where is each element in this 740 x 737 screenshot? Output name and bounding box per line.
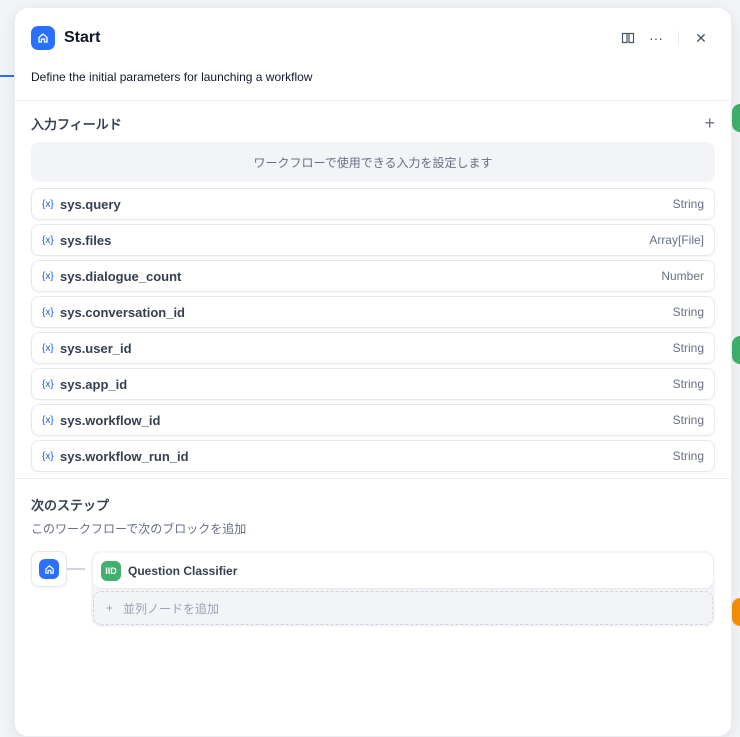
variable-row[interactable]: {x} sys.workflow_run_id String <box>31 440 715 472</box>
node-panel: Start ··· ✕ Define the initial parameter… <box>14 7 732 737</box>
help-book-icon[interactable] <box>614 24 642 52</box>
plus-icon: + <box>106 601 114 615</box>
variable-row[interactable]: {x} sys.app_id String <box>31 368 715 400</box>
add-input-icon[interactable]: + <box>704 113 715 134</box>
variable-row[interactable]: {x} sys.query String <box>31 188 715 220</box>
variable-name: sys.user_id <box>60 340 132 356</box>
variable-icon: {x} <box>42 306 54 318</box>
canvas-node <box>732 336 740 364</box>
divider <box>678 31 679 45</box>
home-icon <box>31 26 55 50</box>
input-fields-title: 入力フィールド <box>31 117 122 132</box>
start-node-icon-box <box>31 551 67 587</box>
home-icon <box>39 559 59 579</box>
next-step-title: 次のステップ <box>31 498 110 513</box>
connector-line <box>67 568 85 570</box>
variable-icon: {x} <box>42 342 54 354</box>
variable-name: sys.conversation_id <box>60 304 185 320</box>
close-icon[interactable]: ✕ <box>687 24 715 52</box>
variable-icon: {x} <box>42 270 54 282</box>
node-title[interactable]: Start <box>64 29 614 47</box>
variable-name: sys.workflow_run_id <box>60 448 189 464</box>
variable-row[interactable]: {x} sys.conversation_id String <box>31 296 715 328</box>
variable-name: sys.query <box>60 196 121 212</box>
more-icon[interactable]: ··· <box>642 24 670 52</box>
variable-row[interactable]: {x} sys.files Array[File] <box>31 224 715 256</box>
variable-type: String <box>672 377 704 391</box>
next-step-subtitle: このワークフローで次のブロックを追加 <box>31 522 247 536</box>
variable-type: Number <box>661 269 704 283</box>
add-parallel-label: 並列ノードを追加 <box>123 601 220 616</box>
variable-name: sys.workflow_id <box>60 412 161 428</box>
variable-row[interactable]: {x} sys.dialogue_count Number <box>31 260 715 292</box>
variable-type: String <box>672 413 704 427</box>
variable-type: String <box>672 449 704 463</box>
variable-icon: {x} <box>42 414 54 426</box>
classifier-icon: IID <box>101 560 121 581</box>
variable-type: String <box>672 197 704 211</box>
variable-icon: {x} <box>42 450 54 462</box>
variable-type: String <box>672 341 704 355</box>
variable-name: sys.app_id <box>60 376 128 392</box>
next-node-question-classifier[interactable]: IID Question Classifier <box>93 553 713 588</box>
canvas-node <box>732 598 740 626</box>
variable-row[interactable]: {x} sys.user_id String <box>31 332 715 364</box>
variable-icon: {x} <box>42 198 54 210</box>
canvas-edge <box>0 75 14 77</box>
variable-icon: {x} <box>42 234 54 246</box>
variable-row[interactable]: {x} sys.workflow_id String <box>31 404 715 436</box>
variable-icon: {x} <box>42 378 54 390</box>
variable-name: sys.files <box>60 232 112 248</box>
input-fields-hint: ワークフローで使用できる入力を設定します <box>31 142 715 182</box>
node-description[interactable]: Define the initial parameters for launch… <box>15 52 731 100</box>
canvas-node <box>732 104 740 132</box>
add-parallel-node-button[interactable]: + 並列ノードを追加 <box>93 591 713 625</box>
next-node-label: Question Classifier <box>128 563 238 578</box>
variable-type: Array[File] <box>649 233 704 247</box>
variable-type: String <box>672 305 704 319</box>
variable-name: sys.dialogue_count <box>60 268 182 284</box>
